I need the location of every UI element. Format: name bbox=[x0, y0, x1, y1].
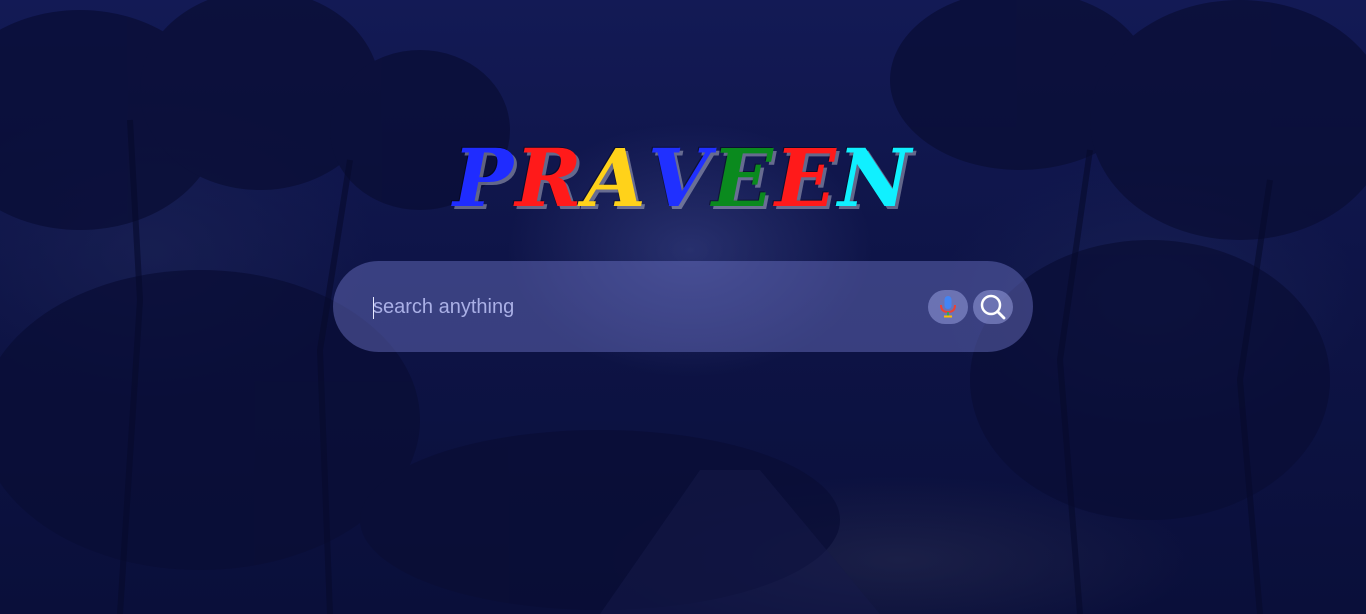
text-caret bbox=[373, 297, 374, 319]
logo-letter: V bbox=[647, 131, 712, 225]
search-bar bbox=[333, 261, 1033, 352]
magnifier-icon bbox=[980, 294, 1006, 320]
logo-letter: A bbox=[583, 131, 648, 225]
logo-letter: E bbox=[774, 131, 838, 225]
logo-letter: P bbox=[453, 131, 516, 225]
logo-letter: N bbox=[837, 131, 913, 225]
logo-letter: R bbox=[515, 131, 584, 225]
voice-search-button[interactable] bbox=[928, 290, 968, 324]
search-button[interactable] bbox=[973, 290, 1013, 324]
search-input[interactable] bbox=[373, 289, 913, 325]
logo-wordmark: PRAVEEN bbox=[0, 128, 1366, 228]
microphone-icon bbox=[940, 296, 956, 318]
logo-letter: E bbox=[711, 131, 775, 225]
